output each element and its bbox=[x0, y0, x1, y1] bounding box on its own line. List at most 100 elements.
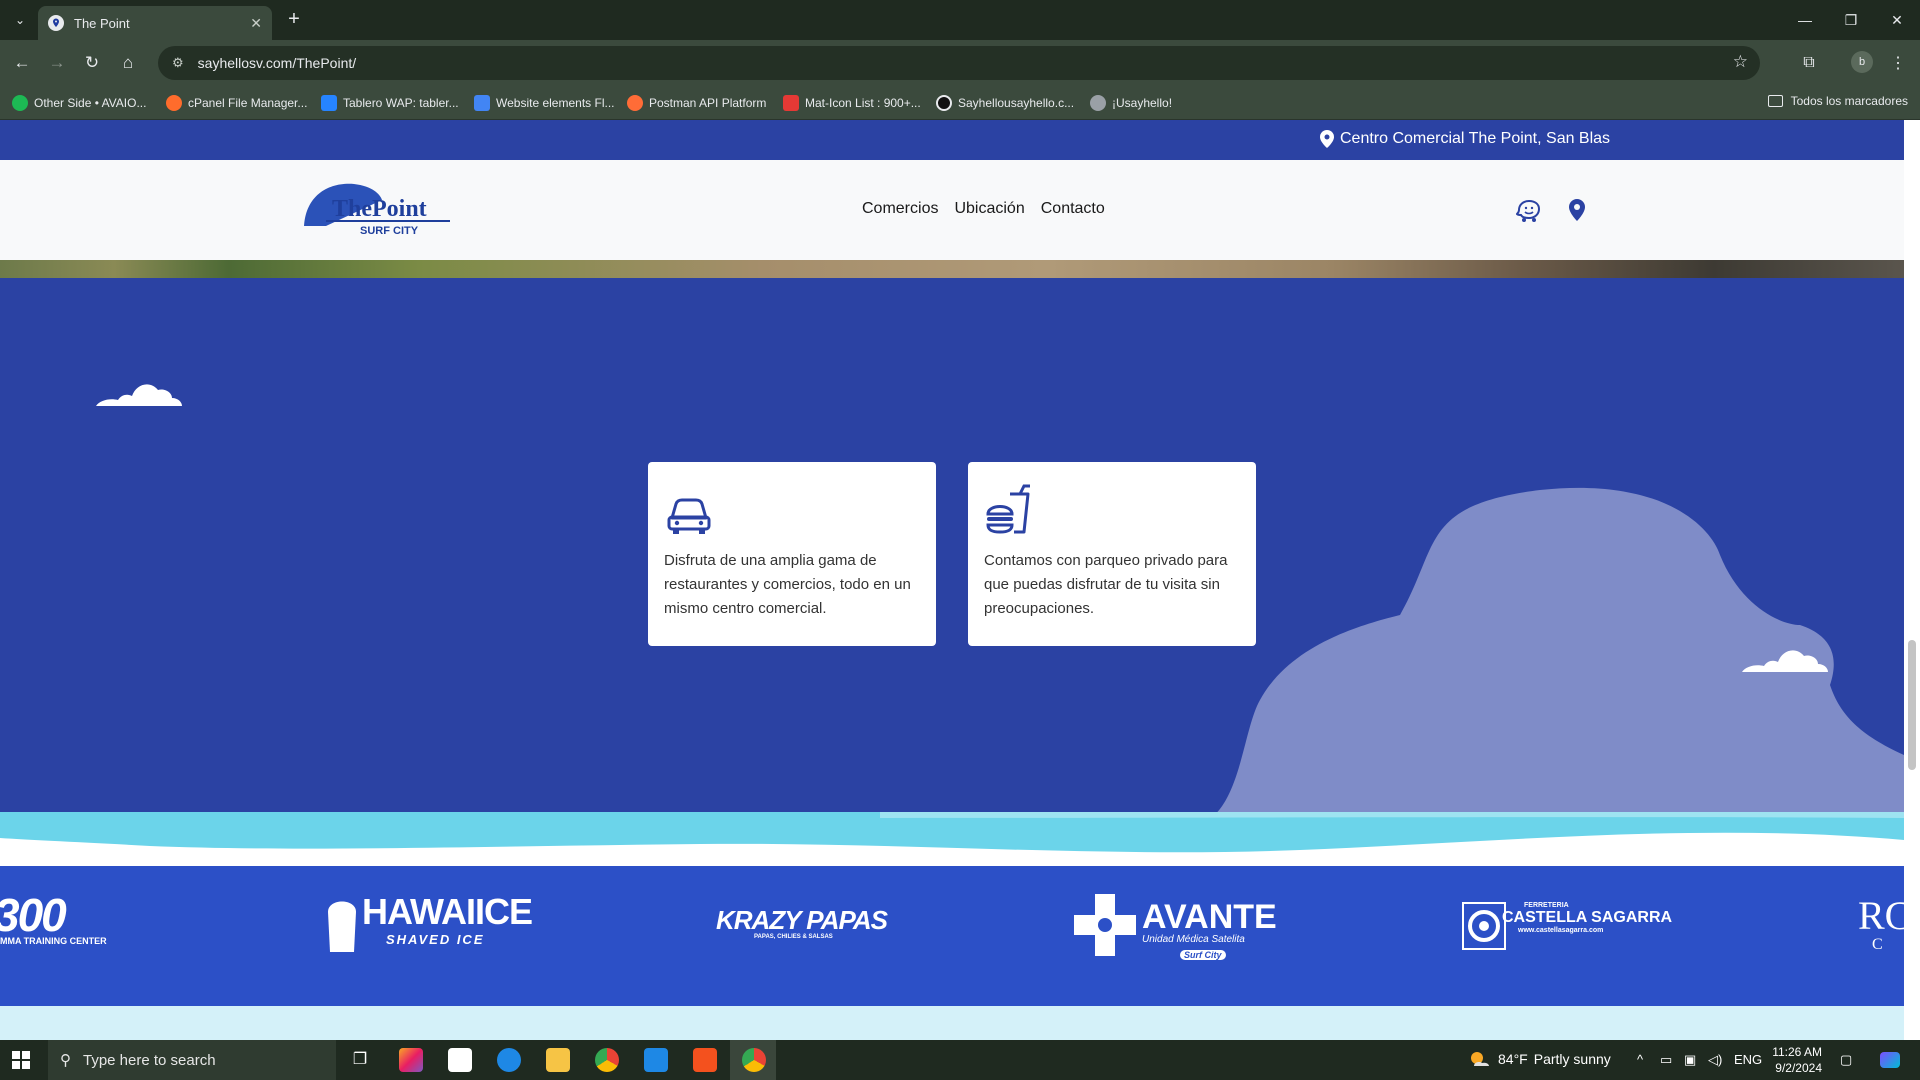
browser-tab[interactable]: The Point ✕ bbox=[38, 6, 272, 40]
brand-logo-300[interactable]: 300 MMA TRAINING CENTER bbox=[0, 892, 107, 946]
profile-avatar[interactable]: b bbox=[1851, 51, 1873, 73]
bookmark-item[interactable]: Other Side • AVAIO... bbox=[12, 94, 146, 112]
bookmark-item[interactable]: Website elements Fl... bbox=[474, 94, 615, 112]
menu-icon[interactable]: ⋮ bbox=[1886, 51, 1910, 75]
bookmark-item[interactable]: Postman API Platform bbox=[627, 94, 766, 112]
tab-title: The Point bbox=[74, 15, 130, 31]
brand-logo-avante[interactable]: AVANTE Unidad Médica Satelita Surf City bbox=[1074, 894, 1277, 963]
cpanel-icon bbox=[166, 95, 182, 111]
capcut-app-icon[interactable] bbox=[448, 1048, 472, 1072]
weather-widget[interactable]: 84°F Partly sunny bbox=[1468, 1050, 1611, 1068]
vscode-app-icon[interactable] bbox=[644, 1048, 668, 1072]
task-view-icon[interactable]: ❐ bbox=[348, 1048, 372, 1072]
logo-wordmark: ThePoint bbox=[332, 196, 427, 222]
globe-icon bbox=[1090, 95, 1106, 111]
address-bar[interactable]: ⚙ sayhellosv.com/ThePoint/ ☆ bbox=[158, 46, 1760, 80]
bookmark-item[interactable]: ¡Usayhello! bbox=[1090, 94, 1172, 112]
language-indicator[interactable]: ENG bbox=[1734, 1052, 1762, 1067]
feature-card-restaurants: Disfruta de una amplia gama de restauran… bbox=[648, 462, 936, 646]
fast-food-icon bbox=[986, 484, 1030, 534]
file-explorer-icon[interactable] bbox=[546, 1048, 570, 1072]
location-pin-favicon-icon bbox=[48, 15, 64, 31]
notifications-icon[interactable]: ▢ bbox=[1840, 1052, 1852, 1068]
spotify-icon bbox=[12, 95, 28, 111]
feature-card-parking: Contamos con parqueo privado para que pu… bbox=[968, 462, 1256, 646]
show-hidden-icons[interactable]: ^ bbox=[1637, 1052, 1643, 1067]
location-text: Centro Comercial The Point, San Blas bbox=[1340, 130, 1611, 147]
angular-icon bbox=[783, 95, 799, 111]
waze-icon[interactable] bbox=[1516, 196, 1542, 224]
medical-cross-icon bbox=[1074, 894, 1136, 956]
search-icon: ⚲ bbox=[60, 1052, 71, 1069]
xampp-app-icon[interactable] bbox=[693, 1048, 717, 1072]
nav-comercios[interactable]: Comercios bbox=[862, 200, 938, 218]
url-text: sayhellosv.com/ThePoint/ bbox=[197, 55, 357, 71]
folder-icon bbox=[1767, 95, 1783, 107]
brand-logo-partial[interactable]: RC C bbox=[1858, 896, 1904, 954]
scrollbar-thumb[interactable] bbox=[1908, 640, 1916, 770]
chrome-app-icon[interactable] bbox=[595, 1048, 619, 1072]
chrome-profile-app-icon[interactable] bbox=[742, 1048, 766, 1072]
feature-text: Disfruta de una amplia gama de restauran… bbox=[664, 552, 911, 617]
bookmark-item[interactable]: cPanel File Manager... bbox=[166, 94, 307, 112]
brand-logo-castella-sagarra[interactable]: FERRETERIA CASTELLA SAGARRA www.castella… bbox=[1462, 902, 1672, 950]
taskbar-search[interactable]: ⚲ Type here to search bbox=[48, 1040, 336, 1080]
reload-icon[interactable]: ↻ bbox=[80, 51, 104, 75]
system-clock[interactable]: 11:26 AM 9/2/2024 bbox=[1770, 1044, 1822, 1076]
brand-logo-hawaiice[interactable]: HAWAIICE SHAVED ICE bbox=[322, 892, 533, 952]
sayhello-icon bbox=[936, 95, 952, 111]
page-viewport: Centro Comercial The Point, San Blas The… bbox=[0, 120, 1904, 1040]
windows-start-icon[interactable] bbox=[12, 1051, 30, 1069]
store-location[interactable]: Centro Comercial The Point, San Blas bbox=[1320, 130, 1610, 148]
car-icon bbox=[667, 498, 711, 534]
castella-emblem-icon bbox=[1462, 902, 1506, 950]
jira-icon bbox=[321, 95, 337, 111]
restore-button[interactable]: ❐ bbox=[1828, 0, 1874, 40]
forward-icon[interactable]: → bbox=[45, 51, 69, 75]
logo-subtitle: SURF CITY bbox=[360, 225, 419, 237]
bookmark-star-icon[interactable]: ☆ bbox=[1733, 52, 1748, 72]
partly-sunny-icon bbox=[1471, 1052, 1489, 1066]
map-pin-icon[interactable] bbox=[1564, 196, 1590, 224]
shaved-ice-icon bbox=[328, 901, 356, 952]
tab-close-icon[interactable]: ✕ bbox=[250, 15, 262, 32]
docs-icon bbox=[474, 95, 490, 111]
back-icon[interactable]: ← bbox=[10, 51, 34, 75]
page-scrollbar[interactable] bbox=[1904, 120, 1920, 1040]
tab-search-button[interactable]: ⌄ bbox=[8, 8, 32, 32]
browser-tab-bar: ⌄ The Point ✕ + — ❐ ✕ bbox=[0, 0, 1920, 40]
home-icon[interactable]: ⌂ bbox=[116, 51, 140, 75]
browser-toolbar: ← → ↻ ⌂ ⚙ sayhellosv.com/ThePoint/ ☆ ⧉ ⋮ bbox=[0, 40, 1920, 86]
brand-logo-krazy-papas[interactable]: KRAZY PAPAS PAPAS, CHILIES & SALSAS bbox=[716, 906, 888, 940]
network-icon[interactable]: ▣ bbox=[1684, 1052, 1696, 1068]
edge-app-icon[interactable] bbox=[497, 1048, 521, 1072]
new-tab-button[interactable]: + bbox=[282, 8, 306, 32]
bookmark-item[interactable]: Tablero WAP: tabler... bbox=[321, 94, 459, 112]
nav-contacto[interactable]: Contacto bbox=[1041, 200, 1105, 218]
search-placeholder: Type here to search bbox=[83, 1051, 216, 1069]
copilot-icon[interactable] bbox=[1880, 1052, 1900, 1068]
top-info-bar: Centro Comercial The Point, San Blas bbox=[0, 120, 1904, 160]
extensions-icon[interactable]: ⧉ bbox=[1797, 51, 1821, 75]
site-info-icon[interactable]: ⚙ bbox=[172, 55, 184, 71]
location-pin-icon bbox=[1320, 130, 1334, 148]
nav-ubicacion[interactable]: Ubicación bbox=[954, 200, 1024, 218]
feature-text: Contamos con parqueo privado para que pu… bbox=[984, 552, 1228, 617]
brands-carousel: 300 MMA TRAINING CENTER HAWAIICE SHAVED … bbox=[0, 866, 1904, 1006]
main-nav: Comercios Ubicación Contacto bbox=[862, 200, 1105, 218]
hero-image-bottom bbox=[0, 260, 1904, 278]
light-cyan-band bbox=[0, 1006, 1904, 1040]
bookmark-item[interactable]: Mat-Icon List : 900+... bbox=[783, 94, 921, 112]
cloud-decoration-left bbox=[96, 384, 182, 406]
all-bookmarks-button[interactable]: Todos los marcadores bbox=[1767, 94, 1908, 108]
minimize-button[interactable]: — bbox=[1782, 0, 1828, 40]
the-point-logo[interactable]: ThePoint SURF CITY bbox=[302, 180, 454, 240]
meet-now-icon[interactable]: ▭ bbox=[1660, 1052, 1672, 1068]
bookmark-item[interactable]: Sayhellousayhello.c... bbox=[936, 94, 1074, 112]
cloud-decoration-right bbox=[1742, 650, 1828, 672]
bookmarks-bar: Other Side • AVAIO... cPanel File Manage… bbox=[0, 86, 1920, 120]
close-window-button[interactable]: ✕ bbox=[1874, 0, 1920, 40]
instagram-app-icon[interactable] bbox=[399, 1048, 423, 1072]
volume-icon[interactable]: ◁) bbox=[1708, 1052, 1722, 1068]
site-header: ThePoint SURF CITY Comercios Ubicación C… bbox=[0, 160, 1904, 260]
